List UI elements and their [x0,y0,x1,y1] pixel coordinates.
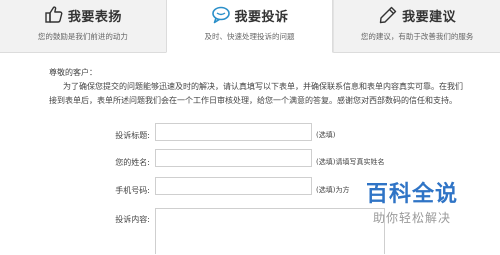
tab-praise-subtitle: 您的鼓励是我们前进的动力 [37,32,128,41]
tab-suggestion-title: 我要建议 [402,9,457,25]
intro-paragraph: 为了确保您提交的问题能够迅速及时的解决，请认真填写以下表单，并确保联系信息和表单… [49,82,463,105]
tab-complaint-title: 我要投诉 [234,9,289,25]
tab-praise-title: 我要表扬 [67,9,122,25]
title-input[interactable] [155,123,312,141]
name-label: 您的姓名: [115,158,150,167]
tab-suggestion[interactable]: 我要建议 您的建议，有助于改善我们的服务 [333,0,500,53]
title-hint: (选填) [316,131,336,139]
phone-hint: (选填)为方 [316,186,350,194]
tab-complaint[interactable]: 我要投诉 及时、快速处理投诉的问题 [165,0,334,53]
title-label: 投诉标题: [115,131,150,140]
content-label: 投诉内容: [115,215,150,224]
content-textarea[interactable] [155,208,385,254]
name-hint: (选填)请填写真实姓名 [316,158,385,166]
watermark-title: 百科全说 [365,182,458,207]
watermark-subtitle: 助你轻松解决 [372,211,451,225]
phone-input[interactable] [155,177,312,195]
thumbs-up-icon [45,6,63,23]
tab-bar: 我要表扬 您的鼓励是我们前进的动力 我要投诉 及时、快速处理投诉的问题 我要建议… [0,0,500,53]
phone-label: 手机号码: [115,186,150,195]
pencil-icon [379,6,397,24]
speech-bubble-icon [211,6,230,24]
tab-suggestion-subtitle: 您的建议，有助于改善我们的服务 [360,32,474,41]
tab-praise[interactable]: 我要表扬 您的鼓励是我们前进的动力 [0,0,166,53]
watermark-logo: 百科全说 助你轻松解决 [352,183,472,226]
name-input[interactable] [155,149,312,167]
greeting: 尊敬的客户： [49,68,97,77]
tab-complaint-subtitle: 及时、快速处理投诉的问题 [204,32,295,41]
